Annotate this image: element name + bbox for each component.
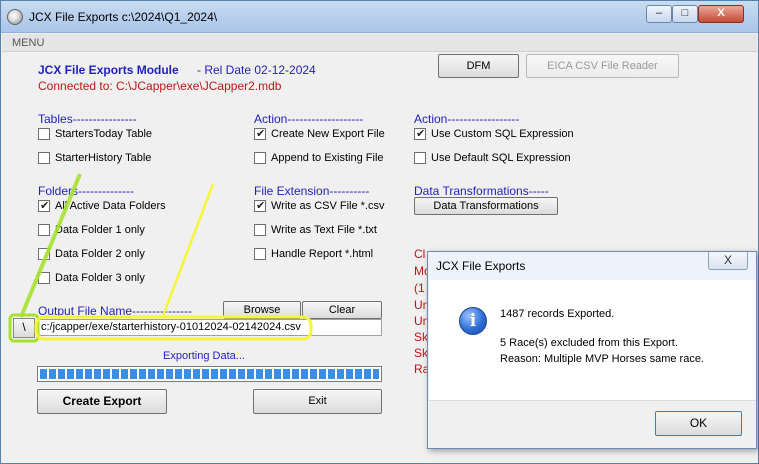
checkbox-label: Data Folder 1 only xyxy=(55,224,145,236)
data-transformations-button[interactable]: Data Transformations xyxy=(414,197,558,215)
checkbox-box xyxy=(38,272,50,284)
ok-button[interactable]: OK xyxy=(655,411,742,436)
checkbox-box xyxy=(254,152,266,164)
window-title: JCX File Exports c:\2024\Q1_2024\ xyxy=(29,10,218,24)
checkbox-label: Write as Text File *.txt xyxy=(271,224,377,236)
status-text: Exporting Data... xyxy=(163,350,245,362)
sql-action-heading: Action------------------ xyxy=(414,112,520,126)
checkbox-label: All Active Data Folders xyxy=(55,200,166,212)
races-excluded-text: 5 Race(s) excluded from this Export. xyxy=(500,337,678,349)
records-exported-text: 1487 records Exported. xyxy=(500,308,615,320)
red-text-line: (1 xyxy=(414,281,425,295)
close-button[interactable]: X xyxy=(698,5,744,23)
module-title: JCX File Exports Module xyxy=(38,63,179,77)
checkbox-label: Append to Existing File xyxy=(271,152,384,164)
title-bar: JCX File Exports c:\2024\Q1_2024\ – □ X xyxy=(1,1,758,33)
release-date: - Rel Date 02-12-2024 xyxy=(197,63,316,77)
path-separator-button[interactable]: \ xyxy=(13,318,35,338)
maximize-button[interactable]: □ xyxy=(672,5,698,23)
checkbox-box xyxy=(414,152,426,164)
checkbox-label: Write as CSV File *.csv xyxy=(271,200,385,212)
checkbox-label: StarterHistory Table xyxy=(55,152,152,164)
checkbox-box xyxy=(38,248,50,260)
dialog-footer: OK xyxy=(429,400,756,448)
app-icon xyxy=(7,9,23,25)
checkbox-box xyxy=(38,128,50,140)
checkbox-label: Data Folder 2 only xyxy=(55,248,145,260)
data-transformations-heading: Data Transformations----- xyxy=(414,184,549,198)
output-path-input[interactable]: c:/jcapper/exe/starterhistory-01012024-0… xyxy=(38,319,382,336)
clear-button[interactable]: Clear xyxy=(302,301,382,319)
dialog-close-button[interactable]: X xyxy=(708,252,748,270)
dfm-button[interactable]: DFM xyxy=(438,54,519,78)
exit-button[interactable]: Exit xyxy=(253,389,382,414)
checkbox-box xyxy=(38,224,50,236)
exclusion-reason-text: Reason: Multiple MVP Horses same race. xyxy=(500,353,704,365)
checkbox-box xyxy=(414,127,426,140)
checkbox-label: Create New Export File xyxy=(271,128,385,140)
menu-item-menu[interactable]: MENU xyxy=(12,37,44,49)
checkbox-box xyxy=(254,248,266,260)
red-text-line: Sk xyxy=(414,346,429,360)
checkbox-box xyxy=(254,224,266,236)
browse-button[interactable]: Browse xyxy=(223,301,301,319)
checkbox-label: StartersToday Table xyxy=(55,128,153,140)
output-file-heading: Output File Name--------------- xyxy=(38,304,192,318)
red-text-line: Cl xyxy=(414,247,426,261)
export-progress-bar xyxy=(37,366,382,382)
connection-status: Connected to: C:\JCapper\exe\JCapper2.md… xyxy=(38,79,282,93)
red-text-line: Sk xyxy=(414,330,429,344)
dialog-body: i 1487 records Exported. 5 Race(s) exclu… xyxy=(429,280,756,400)
action-heading: Action------------------- xyxy=(254,112,364,126)
checkbox-box xyxy=(38,199,50,212)
checkbox-label: Handle Report *.html xyxy=(271,248,374,260)
checkbox-label: Use Custom SQL Expression xyxy=(431,128,574,140)
tables-heading: Tables---------------- xyxy=(38,112,137,126)
progress-fill xyxy=(40,369,379,379)
menu-bar: MENU xyxy=(2,34,757,52)
create-export-button[interactable]: Create Export xyxy=(37,389,167,414)
export-result-dialog: JCX File Exports X i 1487 records Export… xyxy=(427,251,757,449)
checkbox-label: Data Folder 3 only xyxy=(55,272,145,284)
checkbox-box xyxy=(254,199,266,212)
yellow-arrow-line xyxy=(161,183,215,317)
eica-csv-reader-button[interactable]: EICA CSV File Reader xyxy=(526,54,679,78)
info-icon: i xyxy=(459,307,487,335)
checkbox-box xyxy=(254,127,266,140)
checkbox-box xyxy=(38,152,50,164)
file-extension-heading: File Extension---------- xyxy=(254,184,370,198)
dialog-title: JCX File Exports xyxy=(436,259,526,273)
folders-heading: Folders-------------- xyxy=(38,184,134,198)
checkbox-label: Use Default SQL Expression xyxy=(431,152,571,164)
minimize-button[interactable]: – xyxy=(646,5,672,23)
